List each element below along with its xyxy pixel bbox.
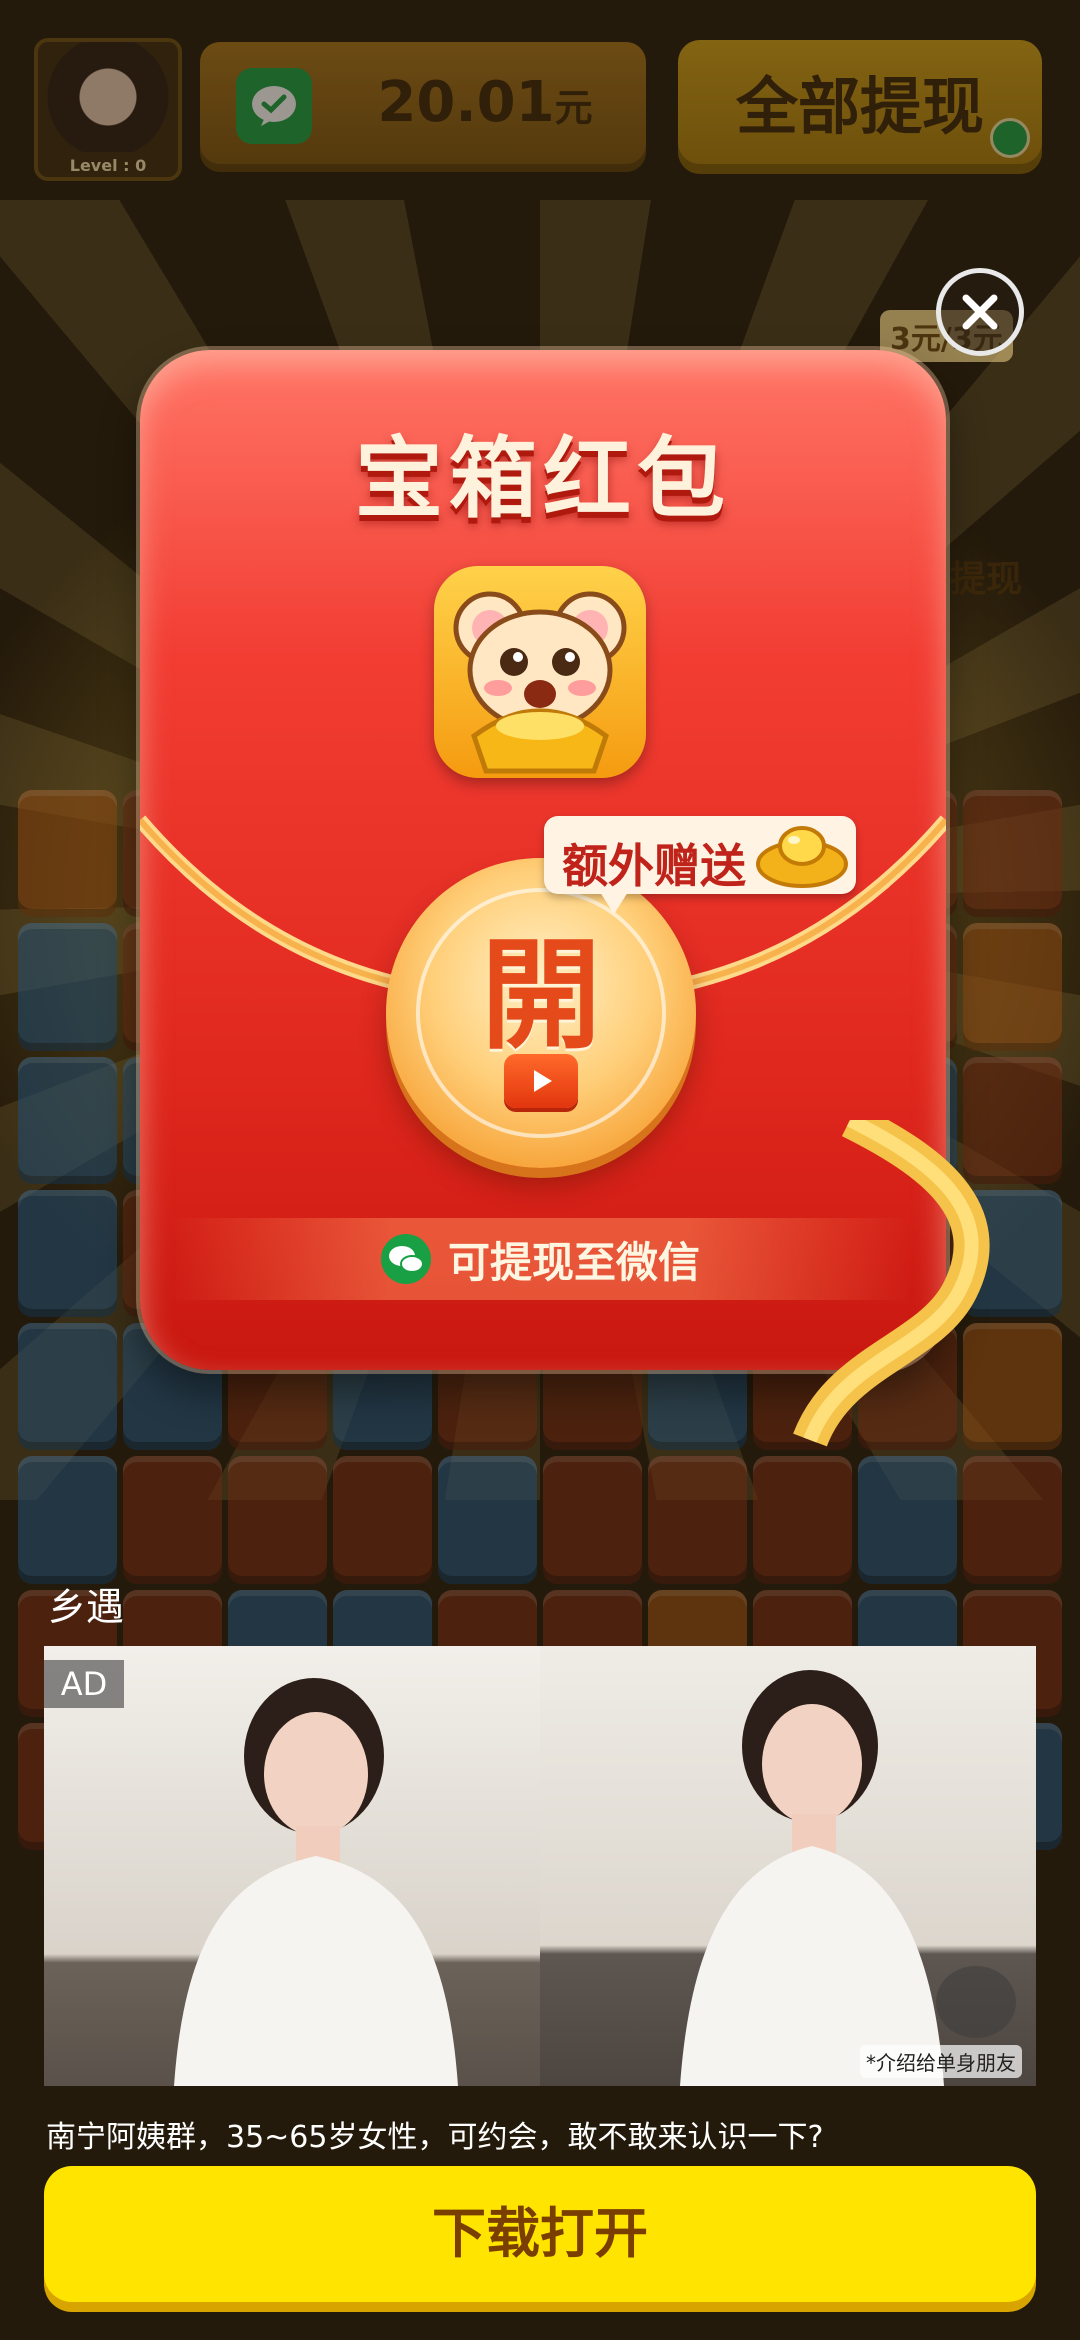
balance-unit: 元 bbox=[554, 86, 593, 130]
board-tile bbox=[228, 1456, 327, 1584]
ad-description: 南宁阿姨群，35~65岁女性，可约会，敢不敢来认识一下? bbox=[46, 2120, 824, 2155]
board-tile bbox=[963, 923, 1062, 1051]
open-glyph: 開 bbox=[481, 925, 601, 1066]
balance-value: 20.01 bbox=[377, 70, 555, 135]
board-tile bbox=[18, 1056, 117, 1184]
bonus-text: 额外赠送 bbox=[562, 839, 746, 893]
board-tile bbox=[963, 790, 1062, 918]
download-open-button[interactable]: 下载打开 bbox=[44, 2166, 1036, 2302]
envelope-title: 宝箱红包 bbox=[354, 427, 731, 530]
close-icon bbox=[962, 294, 998, 330]
withdraw-hint-bar: 可提现至微信 bbox=[170, 1218, 910, 1300]
ad-image-area[interactable]: AD *介绍给单身朋友 bbox=[44, 1646, 1036, 2086]
gold-ingot-icon bbox=[756, 826, 848, 888]
top-hud: Level : 0 20.01元 全部提现 bbox=[0, 0, 1080, 190]
bonus-tooltip: 额外赠送 bbox=[544, 816, 856, 914]
wechat-icon bbox=[236, 68, 312, 144]
withdraw-all-label: 全部提现 bbox=[735, 70, 984, 143]
board-tile bbox=[18, 1189, 117, 1317]
board-tile bbox=[18, 790, 117, 918]
ad-badge: AD bbox=[44, 1660, 124, 1708]
board-tile bbox=[753, 1456, 852, 1584]
close-button[interactable] bbox=[936, 268, 1024, 356]
board-tile bbox=[18, 1456, 117, 1584]
board-tile bbox=[963, 1456, 1062, 1584]
open-envelope-button[interactable]: 開 bbox=[386, 858, 696, 1168]
withdraw-all-button[interactable]: 全部提现 bbox=[678, 40, 1042, 174]
balance-amount: 20.01元 bbox=[340, 70, 630, 135]
ad-logo-icon bbox=[936, 1966, 1016, 2038]
wechat-icon bbox=[380, 1234, 431, 1284]
avatar-image bbox=[38, 42, 178, 152]
board-tile bbox=[333, 1456, 432, 1584]
ad-image-caption: *介绍给单身朋友 bbox=[860, 2045, 1022, 2078]
ad-photo-left bbox=[44, 1646, 540, 2086]
wechat-badge-icon bbox=[990, 118, 1030, 158]
withdraw-hint-content: 可提现至微信 bbox=[170, 1218, 910, 1300]
app-icon-mouse bbox=[434, 566, 646, 778]
board-tile bbox=[858, 1456, 957, 1584]
board-tile bbox=[123, 1456, 222, 1584]
avatar-level-label: Level : 0 bbox=[69, 156, 147, 175]
board-tile bbox=[18, 923, 117, 1051]
play-video-icon bbox=[504, 1054, 578, 1108]
avatar[interactable]: Level : 0 bbox=[34, 38, 182, 181]
side-prize-label: 提现 bbox=[950, 559, 1023, 600]
board-tile bbox=[648, 1456, 747, 1584]
ad-brand-name: 乡遇 bbox=[48, 1585, 125, 1629]
board-tile bbox=[543, 1456, 642, 1584]
board-tile bbox=[438, 1456, 537, 1584]
balance-panel[interactable]: 20.01元 bbox=[200, 42, 646, 172]
board-tile bbox=[18, 1323, 117, 1451]
withdraw-hint-text: 可提现至微信 bbox=[447, 1237, 700, 1287]
